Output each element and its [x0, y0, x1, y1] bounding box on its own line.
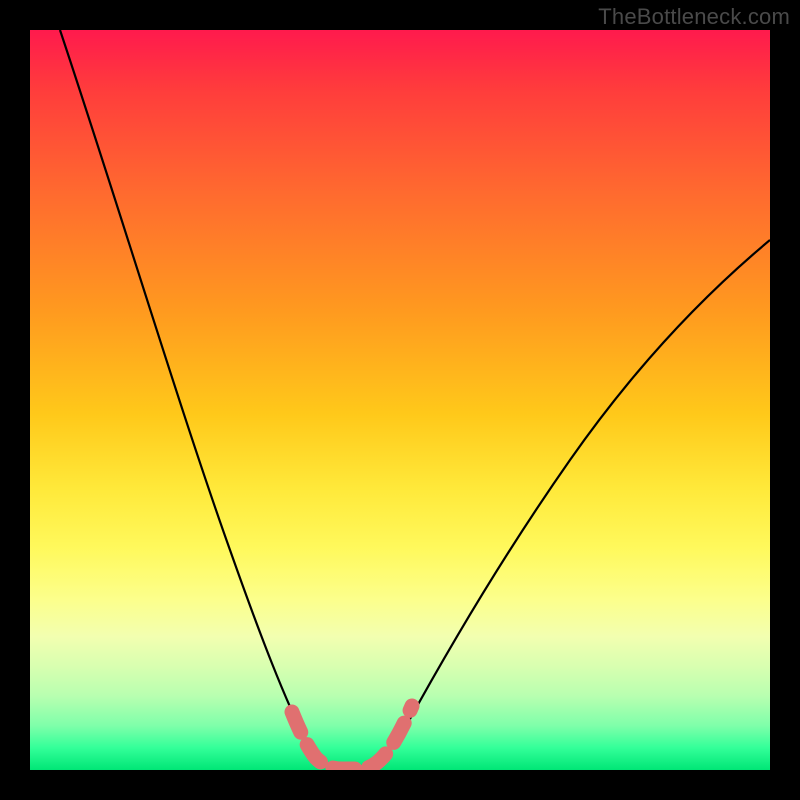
watermark-text: TheBottleneck.com	[598, 4, 790, 30]
bottleneck-curve	[60, 30, 770, 769]
optimal-marker-path	[292, 706, 412, 769]
chart-frame: TheBottleneck.com	[0, 0, 800, 800]
bottleneck-curve-svg	[30, 30, 770, 770]
plot-area	[30, 30, 770, 770]
